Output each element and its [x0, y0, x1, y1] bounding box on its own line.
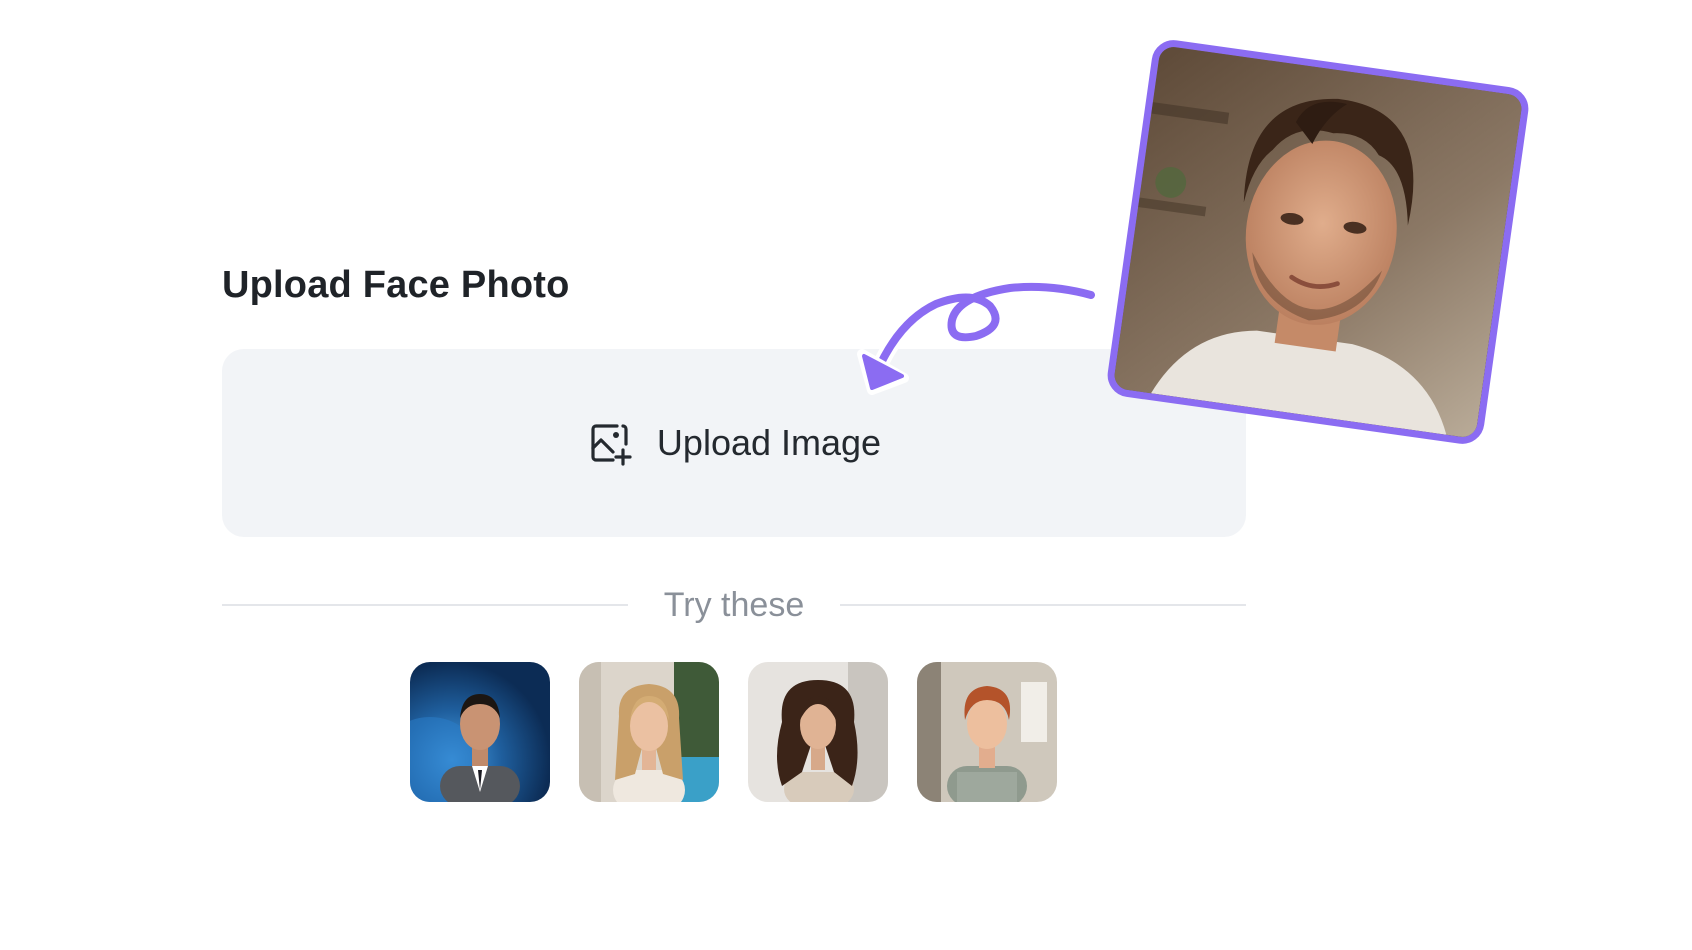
divider-line-right [840, 604, 1247, 606]
page-title: Upload Face Photo [222, 264, 570, 306]
upload-image-label: Upload Image [656, 422, 882, 463]
image-add-icon [587, 420, 633, 466]
sample-face-redhead-man[interactable] [917, 662, 1057, 802]
sample-face-businessman[interactable] [410, 662, 550, 802]
upload-face-panel: Upload Face Photo Upload Image Try these [0, 0, 1692, 950]
try-these-divider: Try these [222, 580, 1247, 630]
preview-face-photo [1104, 37, 1532, 447]
divider-line-left [222, 604, 628, 606]
sample-face-blonde-woman[interactable] [579, 662, 719, 802]
try-these-label: Try these [663, 585, 805, 624]
upload-image-button[interactable]: Upload Image [222, 349, 1246, 537]
sample-face-curly-woman[interactable] [748, 662, 888, 802]
sample-faces [410, 662, 1057, 802]
